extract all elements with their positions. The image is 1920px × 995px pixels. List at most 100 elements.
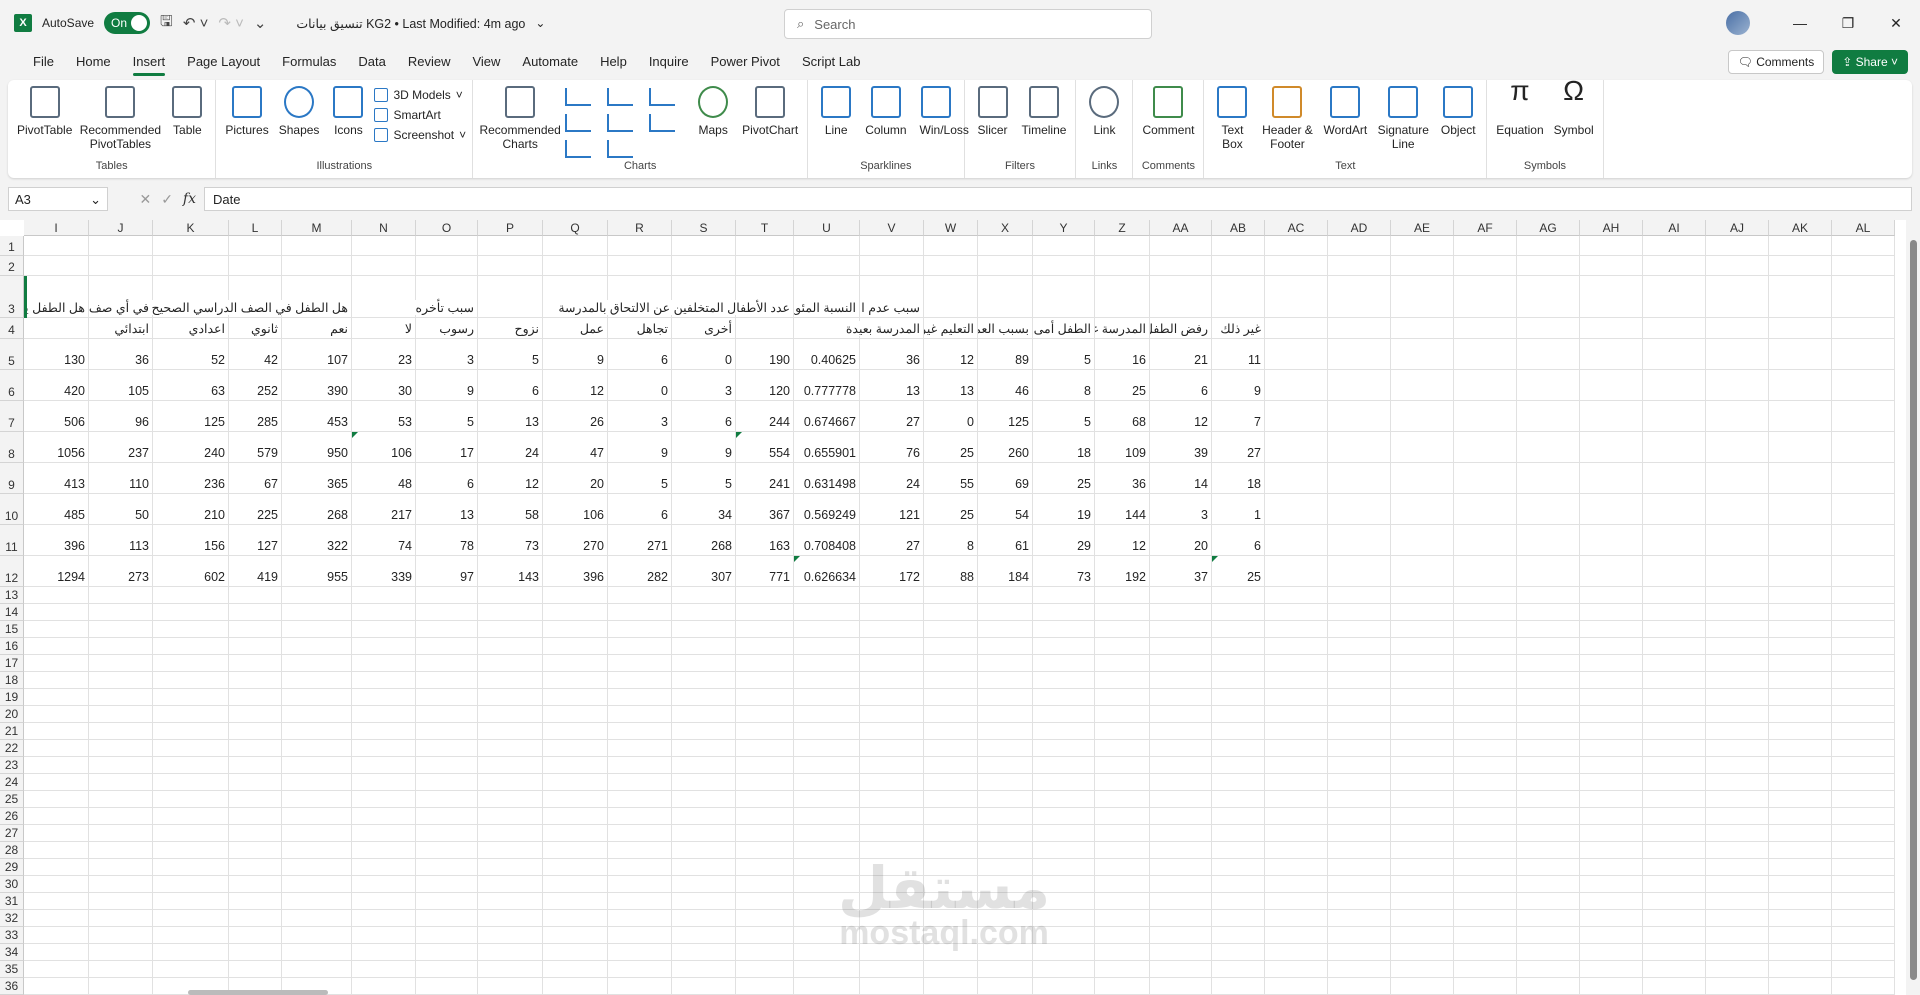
cell-AJ4[interactable] bbox=[1706, 318, 1769, 339]
cell-AI24[interactable] bbox=[1643, 774, 1706, 791]
cell-N6[interactable]: 30 bbox=[352, 370, 416, 401]
column-header-K[interactable]: K bbox=[153, 220, 229, 236]
cell-Z10[interactable]: 144 bbox=[1095, 494, 1150, 525]
cell-Y24[interactable] bbox=[1033, 774, 1095, 791]
cell-R2[interactable] bbox=[608, 256, 672, 276]
cell-P16[interactable] bbox=[478, 638, 543, 655]
cell-N32[interactable] bbox=[352, 910, 416, 927]
cell-AC25[interactable] bbox=[1265, 791, 1328, 808]
cell-I22[interactable] bbox=[24, 740, 89, 757]
cell-AA29[interactable] bbox=[1150, 859, 1212, 876]
cell-AJ16[interactable] bbox=[1706, 638, 1769, 655]
cell-AB2[interactable] bbox=[1212, 256, 1265, 276]
cell-X9[interactable]: 69 bbox=[978, 463, 1033, 494]
cell-AI29[interactable] bbox=[1643, 859, 1706, 876]
cell-AK35[interactable] bbox=[1769, 961, 1832, 978]
cell-N19[interactable] bbox=[352, 689, 416, 706]
cell-Q17[interactable] bbox=[543, 655, 608, 672]
cell-Y11[interactable]: 29 bbox=[1033, 525, 1095, 556]
error-indicator-icon[interactable] bbox=[1212, 556, 1218, 562]
cell-AI16[interactable] bbox=[1643, 638, 1706, 655]
tab-page-layout[interactable]: Page Layout bbox=[176, 46, 271, 78]
cell-U29[interactable] bbox=[794, 859, 860, 876]
cell-AC23[interactable] bbox=[1265, 757, 1328, 774]
cell-AA12[interactable]: 37 bbox=[1150, 556, 1212, 587]
cell-M26[interactable] bbox=[282, 808, 352, 825]
cell-L5[interactable]: 42 bbox=[229, 339, 282, 370]
cell-Y28[interactable] bbox=[1033, 842, 1095, 859]
cell-AD20[interactable] bbox=[1328, 706, 1391, 723]
cell-Q24[interactable] bbox=[543, 774, 608, 791]
cell-AI2[interactable] bbox=[1643, 256, 1706, 276]
cell-N27[interactable] bbox=[352, 825, 416, 842]
worksheet-grid[interactable]: I J K L M N O P Q R S T U V W X Y Z AA AB AC AD AE AF AG AH AI AJ AK… bbox=[0, 220, 1906, 995]
cell-Y35[interactable] bbox=[1033, 961, 1095, 978]
cell-AE21[interactable] bbox=[1391, 723, 1454, 740]
cell-AH33[interactable] bbox=[1580, 927, 1643, 944]
cell-AH5[interactable] bbox=[1580, 339, 1643, 370]
column-header-Z[interactable]: Z bbox=[1095, 220, 1150, 236]
row-header-7[interactable]: 7 bbox=[0, 401, 24, 432]
cell-Y33[interactable] bbox=[1033, 927, 1095, 944]
cell-AC34[interactable] bbox=[1265, 944, 1328, 961]
name-box[interactable]: A3 ⌄ bbox=[8, 187, 108, 211]
cell-AJ21[interactable] bbox=[1706, 723, 1769, 740]
cell-I29[interactable] bbox=[24, 859, 89, 876]
cell-U16[interactable] bbox=[794, 638, 860, 655]
cell-M6[interactable]: 390 bbox=[282, 370, 352, 401]
cell-I16[interactable] bbox=[24, 638, 89, 655]
cell-S12[interactable]: 307 bbox=[672, 556, 736, 587]
cell-AB1[interactable] bbox=[1212, 236, 1265, 256]
cell-AL35[interactable] bbox=[1832, 961, 1895, 978]
cell-L26[interactable] bbox=[229, 808, 282, 825]
cell-AF9[interactable] bbox=[1454, 463, 1517, 494]
cell-AG33[interactable] bbox=[1517, 927, 1580, 944]
cell-J8[interactable]: 237 bbox=[89, 432, 153, 463]
cell-L24[interactable] bbox=[229, 774, 282, 791]
header-footer-button[interactable]: Header & Footer bbox=[1258, 84, 1316, 160]
cell-R33[interactable] bbox=[608, 927, 672, 944]
cell-AG7[interactable] bbox=[1517, 401, 1580, 432]
cell-V2[interactable] bbox=[860, 256, 924, 276]
cell-AF33[interactable] bbox=[1454, 927, 1517, 944]
cell-X24[interactable] bbox=[978, 774, 1033, 791]
column-header-T[interactable]: T bbox=[736, 220, 794, 236]
cell-AK9[interactable] bbox=[1769, 463, 1832, 494]
row-header-16[interactable]: 16 bbox=[0, 638, 24, 655]
cell-N10[interactable]: 217 bbox=[352, 494, 416, 525]
cell-N23[interactable] bbox=[352, 757, 416, 774]
cell-O10[interactable]: 13 bbox=[416, 494, 478, 525]
cell-Y29[interactable] bbox=[1033, 859, 1095, 876]
cell-O4[interactable]: رسوب bbox=[416, 318, 478, 339]
cell-Z19[interactable] bbox=[1095, 689, 1150, 706]
cell-K34[interactable] bbox=[153, 944, 229, 961]
cell-AA17[interactable] bbox=[1150, 655, 1212, 672]
cell-Q36[interactable] bbox=[543, 978, 608, 995]
cell-P32[interactable] bbox=[478, 910, 543, 927]
cell-S31[interactable] bbox=[672, 893, 736, 910]
cell-AA10[interactable]: 3 bbox=[1150, 494, 1212, 525]
cell-AJ35[interactable] bbox=[1706, 961, 1769, 978]
cancel-icon[interactable]: ✕ bbox=[139, 191, 151, 208]
cell-J16[interactable] bbox=[89, 638, 153, 655]
cell-K18[interactable] bbox=[153, 672, 229, 689]
cell-M27[interactable] bbox=[282, 825, 352, 842]
cell-AK21[interactable] bbox=[1769, 723, 1832, 740]
cell-J10[interactable]: 50 bbox=[89, 494, 153, 525]
cell-AI12[interactable] bbox=[1643, 556, 1706, 587]
cell-Q6[interactable]: 12 bbox=[543, 370, 608, 401]
cell-K27[interactable] bbox=[153, 825, 229, 842]
cell-Y13[interactable] bbox=[1033, 587, 1095, 604]
cell-J23[interactable] bbox=[89, 757, 153, 774]
cell-AI20[interactable] bbox=[1643, 706, 1706, 723]
cell-R12[interactable]: 282 bbox=[608, 556, 672, 587]
cell-AL34[interactable] bbox=[1832, 944, 1895, 961]
cell-AE23[interactable] bbox=[1391, 757, 1454, 774]
cell-AF28[interactable] bbox=[1454, 842, 1517, 859]
cell-AB31[interactable] bbox=[1212, 893, 1265, 910]
cell-M28[interactable] bbox=[282, 842, 352, 859]
cell-W10[interactable]: 25 bbox=[924, 494, 978, 525]
cell-AD34[interactable] bbox=[1328, 944, 1391, 961]
cell-Q27[interactable] bbox=[543, 825, 608, 842]
cell-R6[interactable]: 0 bbox=[608, 370, 672, 401]
